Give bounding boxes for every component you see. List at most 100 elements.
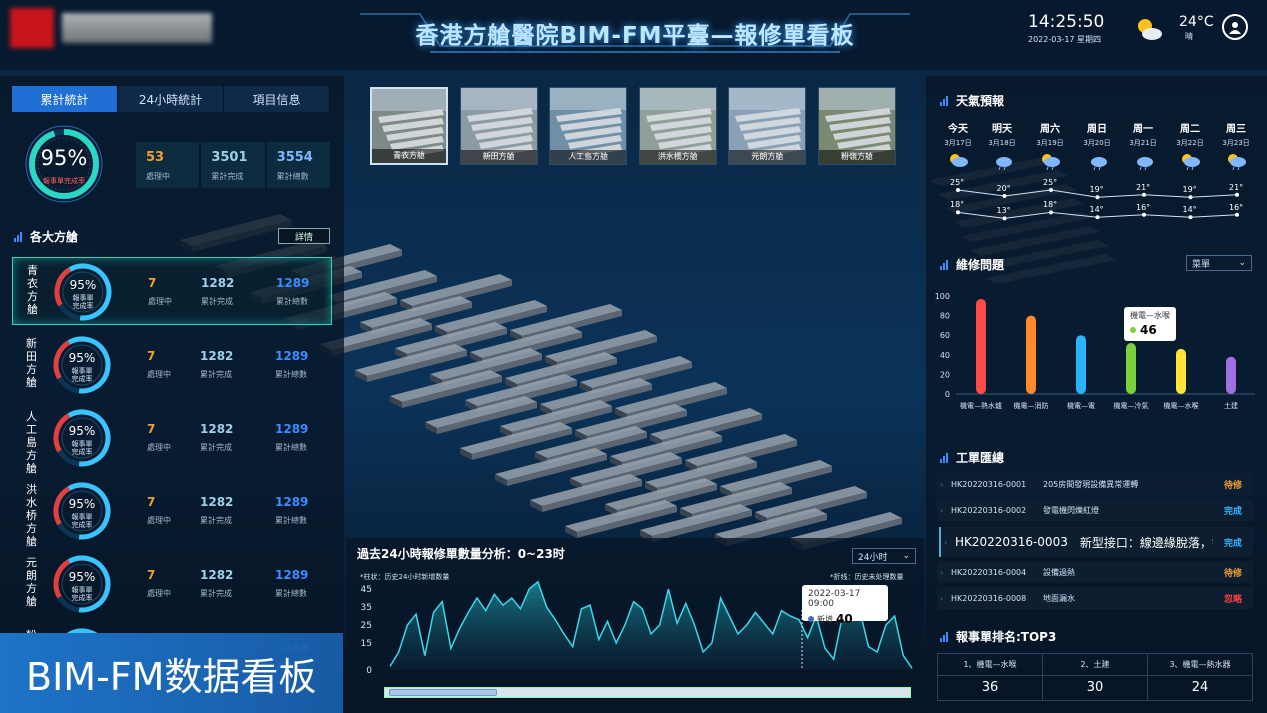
hourly-chart-title: 過去24小時報修單數量分析：0~23时 (357, 547, 565, 561)
cabin-thumbnail-1[interactable]: 新田方艙 (459, 87, 538, 165)
weather-day-date: 3月22日 (1176, 139, 1204, 147)
low-temp-point (1095, 215, 1100, 220)
repair-select-value: 菜單 (1192, 259, 1211, 270)
stat-value: 3501 (211, 150, 248, 165)
cabin-row-2[interactable]: 人工島方艙 95% 報事單 完成率 7 處理中 1282 累計完成 1289 累計總數 (12, 404, 332, 475)
cabin-row-0[interactable]: 青衣方艙 95% 報事單 完成率 7 處理中 1282 累計完成 1289 累計總數 (12, 257, 332, 325)
weather-day-date: 3月21日 (1129, 139, 1157, 147)
tooltip-value: 46 (1140, 323, 1157, 337)
hourly-range-select[interactable]: 24小时 ⌄ (852, 548, 916, 564)
tab-project-info[interactable]: 項目信息 (224, 86, 330, 112)
rate-label-line: 報事單 (71, 440, 93, 448)
cabin-rate-ring (53, 409, 111, 467)
cabin-total-caption: 累計總數 (275, 516, 307, 525)
low-temp-point (1002, 216, 1007, 221)
bars-icon (14, 231, 22, 242)
rain-cloud-icon (1137, 157, 1153, 171)
cabin-rate-value: 95% (68, 351, 96, 365)
workorder-row[interactable]: › HK20220316-0003 新型接口：線邊緣脫落，需... 完成 (939, 527, 1253, 557)
cabin-total-caption: 累計總數 (276, 297, 308, 306)
weather-day-name: 周六 (1040, 124, 1060, 135)
rate-label-line: 報事單 (71, 586, 93, 594)
current-condition: 晴 (1185, 32, 1193, 41)
bars-icon (940, 259, 948, 270)
workorder-row[interactable]: › HK20220316-0001 205房間發現設備異常運轉 待修 (937, 473, 1253, 495)
overall-stats: 53 處理中 3501 累計完成 3554 累計總數 (136, 142, 330, 188)
ranking-cell: 1、機電—水喉 36 (938, 654, 1043, 700)
tab-cumulative[interactable]: 累計統計 (12, 86, 118, 112)
cabin-thumbnail-3[interactable]: 洪水橋方艙 (638, 87, 717, 165)
cabin-thumbnail-4[interactable]: 元朗方艙 (728, 87, 807, 165)
y-tick-label: 60 (940, 331, 950, 340)
y-tick-label: 45 (361, 585, 372, 595)
weather-day-date: 3月19日 (1036, 139, 1064, 147)
rate-label-line: 報事單 (72, 294, 94, 302)
repair-bar (1076, 335, 1086, 394)
cabin-total-caption: 累計總數 (275, 443, 307, 452)
cabin-rate-value: 95% (69, 278, 97, 292)
workorder-row[interactable]: › HK20220316-0004 設備過熱 待修 (937, 561, 1253, 583)
workorder-id: HK20220316-0003 (955, 535, 1068, 549)
weather-day-name: 周一 (1133, 124, 1153, 135)
cabins-section-header: 各大方艙 (14, 228, 78, 245)
low-temp-label: 16° (1229, 202, 1244, 212)
tab-24h[interactable]: 24小時統計 (118, 86, 224, 112)
repair-bar (1226, 356, 1236, 394)
low-temp-point (1235, 212, 1239, 217)
chart-zoom-scrollbar[interactable] (384, 687, 911, 698)
tooltip-series-name: 機電—水喉 (1130, 311, 1170, 320)
cabin-completed-caption: 累計完成 (200, 589, 232, 598)
ranking-value: 24 (1191, 680, 1209, 695)
cabin-processing-value: 7 (147, 495, 156, 509)
cabin-completed-caption: 累計完成 (200, 443, 232, 452)
workorder-id: HK20220316-0008 (951, 593, 1027, 603)
workorder-row[interactable]: › HK20220316-0008 地面漏水 忽略 (937, 587, 1253, 609)
cabin-name: 青衣方艙 (27, 264, 38, 316)
ranking-cell: 2、土建 30 (1043, 654, 1148, 700)
cabin-row-1[interactable]: 新田方艙 95% 報事單 完成率 7 處理中 1282 累計完成 1289 累計總數 (12, 331, 332, 399)
thumbnail-caption: 洪水橋方艙 (639, 150, 716, 164)
cabin-rate-ring (53, 482, 111, 540)
cabin-total-value: 1289 (275, 495, 309, 509)
sun-rain-icon (1182, 154, 1200, 171)
cabins-detail-button[interactable]: 詳情 (278, 228, 330, 244)
page-title: 香港方艙醫院BIM-FM平臺—報修單看板 (415, 23, 855, 49)
repair-menu-select[interactable]: 菜單 ⌄ (1186, 255, 1252, 271)
cabin-row-4[interactable]: 元朗方艙 95% 報事單 完成率 7 處理中 1282 累計完成 1289 累計總數 (12, 550, 332, 618)
chevron-right-icon: › (944, 537, 948, 547)
ranking-cell: 3、機電—熱水器 24 (1148, 654, 1252, 700)
x-tick-label: 機電—電 (1067, 401, 1095, 410)
low-temp-point (956, 210, 960, 215)
cabin-thumbnail-5[interactable]: 粉嶺方艙 (818, 87, 896, 165)
current-weather: 24°C 晴 (1133, 14, 1214, 44)
cabin-rate-label: 報事單完成率 (52, 440, 112, 456)
rate-label-line: 完成率 (71, 521, 93, 529)
low-temp-label: 18° (1043, 200, 1058, 210)
cabin-completed-value: 1282 (200, 349, 234, 363)
cabin-rate-label: 報事單完成率 (53, 294, 113, 310)
cabin-row-3[interactable]: 洪水桥方艙 95% 報事單 完成率 7 處理中 1282 累計完成 1289 累計總數 (12, 477, 332, 548)
workorder-description: 新型接口：線邊緣脫落，需... (1079, 535, 1213, 550)
repair-tooltip: 機電—水喉 46 (1124, 307, 1176, 341)
cabin-completed-value: 1282 (200, 495, 234, 509)
cabin-total-caption: 累計總數 (275, 370, 307, 379)
sun-rain-icon (1042, 154, 1060, 171)
workorders-section-header: 工單匯總 (940, 449, 1004, 466)
repair-section-header: 維修問題 (940, 256, 1004, 273)
stat-processing: 53 處理中 (136, 142, 200, 188)
ranking-label: 2、土建 (1043, 654, 1147, 676)
workorder-row[interactable]: › HK20220316-0002 發電機閃爍紅燈 完成 (937, 499, 1253, 521)
scrollbar-handle[interactable] (389, 689, 497, 696)
cabin-completed-caption: 累計完成 (201, 297, 233, 306)
cabin-thumbnail-2[interactable]: 人工島方艙 (549, 87, 628, 165)
weather-day-5: 周二 3月22日 (1168, 120, 1212, 174)
x-tick-label: 機電—水喉 (1164, 401, 1199, 410)
cabin-thumbnail-0[interactable]: 青衣方艙 (370, 87, 448, 165)
user-avatar-button[interactable] (1222, 14, 1248, 40)
y-tick-label: 35 (361, 603, 372, 613)
stat-total: 3554 累計總數 (266, 142, 330, 188)
low-temp-label: 14° (1182, 205, 1197, 215)
weather-day-name: 今天 (948, 124, 968, 135)
cabin-completed-value: 1282 (200, 422, 234, 436)
high-temp-point (1142, 192, 1146, 197)
